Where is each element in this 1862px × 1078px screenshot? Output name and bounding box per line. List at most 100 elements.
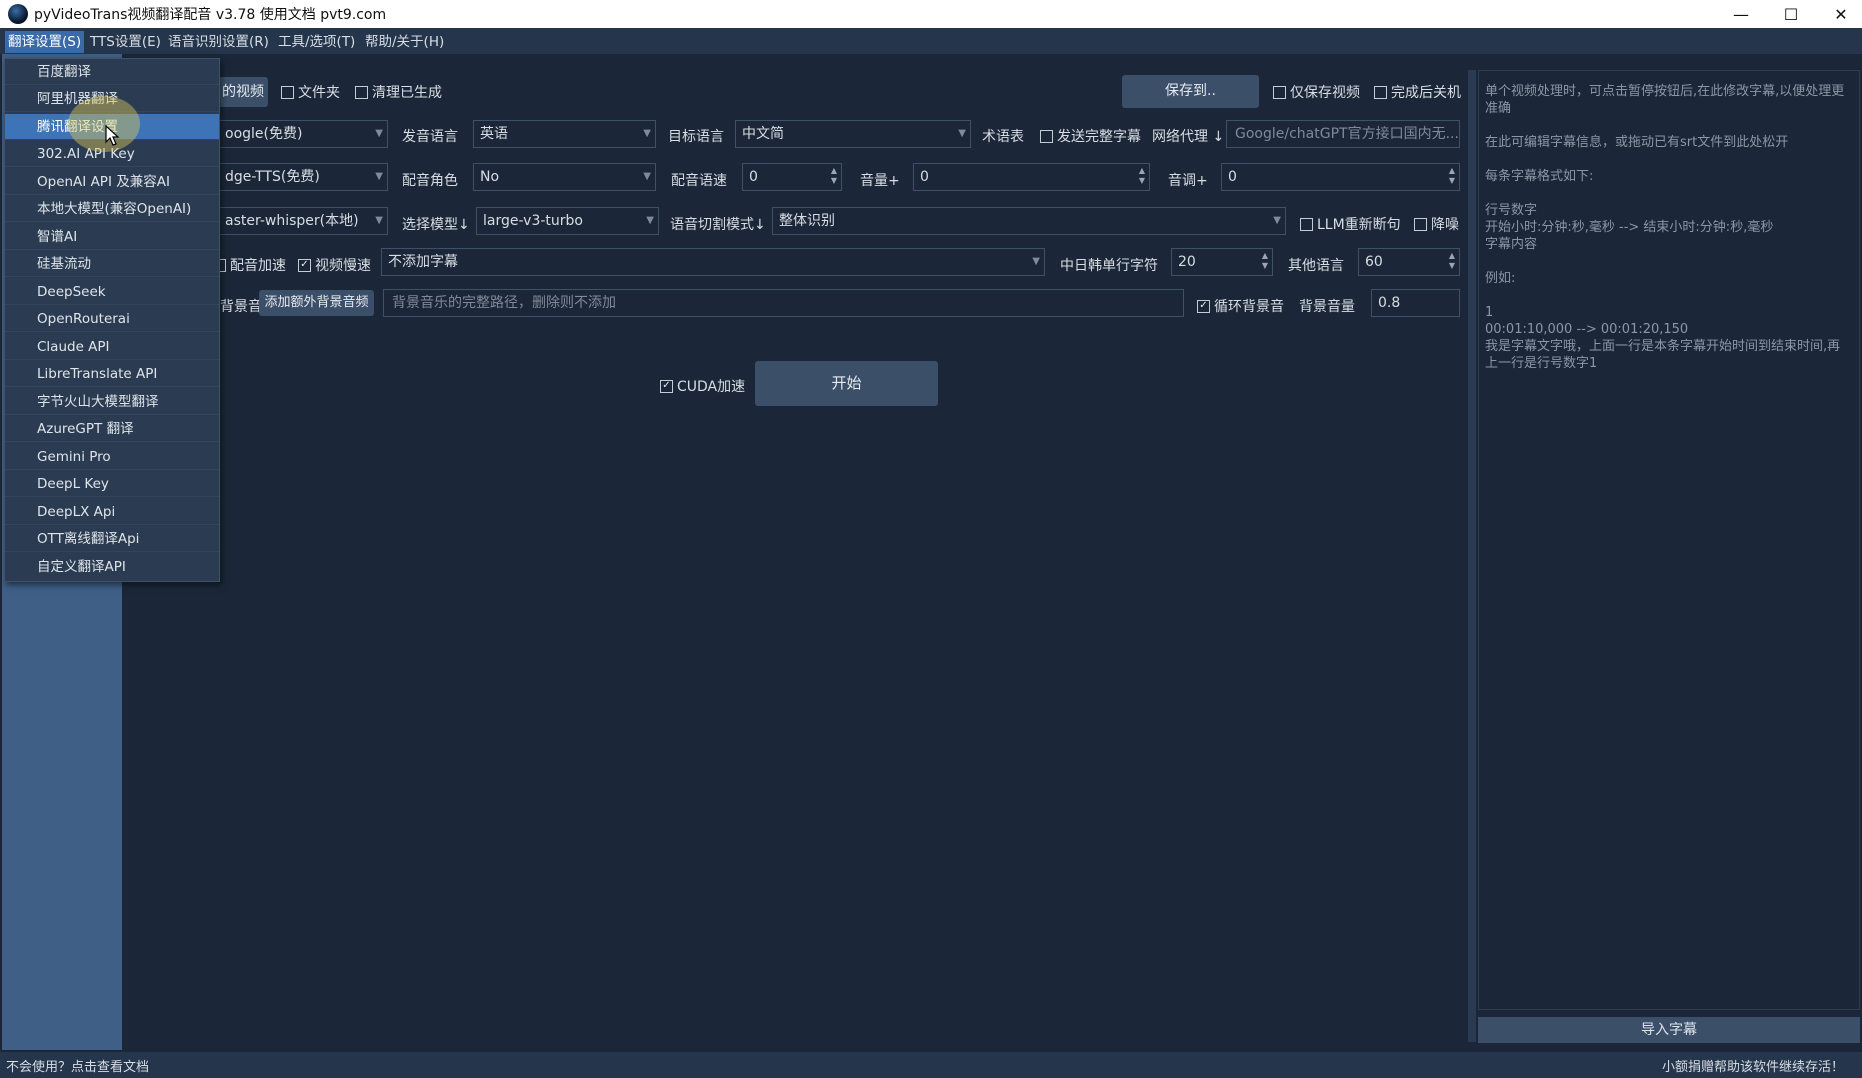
- pitch-spinbox[interactable]: 0 ▲ ▼: [1221, 163, 1460, 191]
- cursor-highlight: [68, 96, 140, 152]
- menu-tools-options[interactable]: 工具/选项(T): [275, 31, 358, 53]
- menu-item-openai[interactable]: OpenAI API 及兼容AI: [5, 169, 219, 195]
- asr-channel-select[interactable]: aster-whisper(本地) ▼: [218, 207, 388, 235]
- menu-item-azuregpt[interactable]: AzureGPT 翻译: [5, 416, 219, 442]
- background-audio-label: 背景音: [220, 299, 262, 315]
- title-bar: pyVideoTrans视频翻译配音 v3.78 使用文档 pvt9.com —…: [0, 0, 1862, 28]
- menu-item-deeplx[interactable]: DeepLX Api: [5, 499, 219, 525]
- tts-channel-select[interactable]: dge-TTS(免费) ▼: [218, 163, 388, 191]
- background-volume-input[interactable]: 0.8: [1371, 289, 1460, 317]
- glossary-button[interactable]: 术语表: [982, 126, 1024, 146]
- voice-speedup-label: 配音加速: [230, 258, 286, 274]
- volume-spinbox[interactable]: 0 ▲ ▼: [913, 163, 1150, 191]
- send-full-subtitle-checkbox-box[interactable]: [1040, 129, 1053, 143]
- cuda-label: CUDA加速: [677, 379, 746, 395]
- spin-arrows-icon[interactable]: ▲ ▼: [831, 166, 837, 186]
- spin-arrows-icon[interactable]: ▲ ▼: [1449, 166, 1455, 186]
- model-select[interactable]: large-v3-turbo ▼: [476, 207, 659, 235]
- shutdown-checkbox[interactable]: 完成后关机: [1374, 82, 1461, 102]
- translate-channel-select[interactable]: oogle(免费) ▼: [218, 120, 388, 148]
- send-full-subtitle-label: 发送完整字幕: [1057, 129, 1141, 145]
- menu-item-custom-api[interactable]: 自定义翻译API: [5, 554, 219, 580]
- send-full-subtitle-checkbox[interactable]: 发送完整字幕: [1040, 126, 1141, 146]
- clear-generated-checkbox-box[interactable]: [355, 85, 368, 99]
- background-volume-label: 背景音量: [1299, 299, 1355, 315]
- menu-item-claude[interactable]: Claude API: [5, 334, 219, 360]
- save-to-button[interactable]: 保存到..: [1122, 75, 1259, 108]
- close-icon[interactable]: ✕: [1818, 0, 1862, 28]
- menu-asr-settings[interactable]: 语音识别设置(R): [165, 31, 272, 53]
- folder-checkbox[interactable]: 文件夹: [281, 82, 340, 102]
- target-lang-value: 中文简: [742, 126, 784, 142]
- shutdown-checkbox-box[interactable]: [1374, 85, 1387, 99]
- loop-background-checkbox[interactable]: ✓ 循环背景音: [1197, 296, 1284, 316]
- menu-item-siliconflow[interactable]: 硅基流动: [5, 251, 219, 277]
- split-mode-select[interactable]: 整体识别 ▼: [772, 207, 1286, 235]
- link-icon: ↓: [1212, 129, 1225, 145]
- voice-role-value: No: [480, 169, 500, 185]
- clear-generated-checkbox[interactable]: 清理已生成: [355, 82, 442, 102]
- proxy-input[interactable]: Google/chatGPT官方接口国内无...: [1226, 120, 1460, 148]
- import-subtitle-button[interactable]: 导入字幕: [1478, 1017, 1860, 1043]
- menu-item-gemini[interactable]: Gemini Pro: [5, 444, 219, 470]
- chevron-down-icon: ▼: [958, 128, 966, 139]
- cuda-checkbox[interactable]: ✓ CUDA加速: [660, 376, 745, 396]
- denoise-checkbox-box[interactable]: [1414, 217, 1427, 231]
- menu-item-volcengine[interactable]: 字节火山大模型翻译: [5, 389, 219, 415]
- only-save-video-checkbox-box[interactable]: [1273, 85, 1286, 99]
- chevron-down-icon: ▼: [375, 215, 383, 226]
- target-lang-select[interactable]: 中文简 ▼: [735, 120, 971, 148]
- start-button[interactable]: 开始: [755, 361, 938, 406]
- subtitle-editor[interactable]: 单个视频处理时，可点击暂停按钮后,在此修改字幕,以便处理更准确 在此可编辑字幕信…: [1478, 70, 1860, 1010]
- window-title: pyVideoTrans视频翻译配音 v3.78 使用文档 pvt9.com: [34, 7, 387, 23]
- loop-background-checkbox-box[interactable]: ✓: [1197, 299, 1210, 313]
- denoise-checkbox[interactable]: 降噪: [1414, 214, 1459, 234]
- voice-role-select[interactable]: No ▼: [473, 163, 656, 191]
- menu-help-about[interactable]: 帮助/关于(H): [362, 31, 447, 53]
- llm-resegment-checkbox[interactable]: LLM重新断句: [1300, 214, 1401, 234]
- speech-rate-spinbox[interactable]: 0 ▲ ▼: [742, 163, 842, 191]
- status-bar: 不会使用？点击查看文档 小额捐赠帮助该软件继续存活！: [0, 1052, 1862, 1078]
- folder-checkbox-box[interactable]: [281, 85, 294, 99]
- menu-item-openrouter[interactable]: OpenRouterai: [5, 306, 219, 332]
- spin-arrows-icon[interactable]: ▲ ▼: [1139, 166, 1145, 186]
- speech-rate-label: 配音语速: [671, 173, 727, 189]
- voice-speedup-checkbox[interactable]: 配音加速: [213, 255, 286, 275]
- panel-splitter[interactable]: [1468, 70, 1476, 1042]
- proxy-label: 网络代理 ↓: [1152, 126, 1224, 146]
- only-save-video-label: 仅保存视频: [1290, 85, 1360, 101]
- menu-item-libretranslate[interactable]: LibreTranslate API: [5, 361, 219, 387]
- proxy-label-text: 网络代理: [1152, 129, 1208, 145]
- select-video-button[interactable]: 的视频: [218, 77, 268, 107]
- video-slowdown-checkbox-box[interactable]: ✓: [298, 258, 311, 272]
- tts-channel-value: dge-TTS(免费): [225, 169, 320, 185]
- spin-arrows-icon[interactable]: ▲ ▼: [1262, 251, 1268, 271]
- menu-item-local-llm[interactable]: 本地大模型(兼容OpenAI): [5, 196, 219, 222]
- background-volume-value: 0.8: [1378, 295, 1401, 311]
- menu-tts-settings[interactable]: TTS设置(E): [87, 31, 164, 53]
- background-audio-path-input[interactable]: 背景音乐的完整路径，删除则不添加: [383, 289, 1184, 317]
- add-background-audio-button[interactable]: 添加额外背景音频: [259, 290, 374, 316]
- other-lang-chars-spinbox[interactable]: 60 ▲ ▼: [1358, 248, 1460, 276]
- source-lang-select[interactable]: 英语 ▼: [473, 120, 656, 148]
- minimize-icon[interactable]: —: [1718, 0, 1764, 28]
- docs-link[interactable]: 不会使用？点击查看文档: [6, 1056, 149, 1075]
- video-slowdown-checkbox[interactable]: ✓ 视频慢速: [298, 255, 371, 275]
- mouse-cursor-icon: [105, 125, 120, 146]
- only-save-video-checkbox[interactable]: 仅保存视频: [1273, 82, 1360, 102]
- menu-item-deepl[interactable]: DeepL Key: [5, 471, 219, 497]
- cjk-line-chars-spinbox[interactable]: 20 ▲ ▼: [1171, 248, 1273, 276]
- menu-translate-settings[interactable]: 翻译设置(S): [5, 31, 85, 53]
- spin-arrows-icon[interactable]: ▲ ▼: [1449, 251, 1455, 271]
- llm-resegment-checkbox-box[interactable]: [1300, 217, 1313, 231]
- maximize-icon[interactable]: ☐: [1768, 0, 1814, 28]
- menu-item-baidu[interactable]: 百度翻译: [5, 59, 219, 85]
- menu-bar: 翻译设置(S) TTS设置(E) 语音识别设置(R) 工具/选项(T) 帮助/关…: [0, 28, 1862, 54]
- menu-item-zhipu[interactable]: 智谱AI: [5, 224, 219, 250]
- donate-link[interactable]: 小额捐赠帮助该软件继续存活！: [1662, 1056, 1844, 1075]
- other-lang-chars-label: 其他语言: [1288, 258, 1344, 274]
- menu-item-ott[interactable]: OTT离线翻译Api: [5, 526, 219, 552]
- subtitle-mode-select[interactable]: 不添加字幕 ▼: [381, 248, 1045, 276]
- menu-item-deepseek[interactable]: DeepSeek: [5, 279, 219, 305]
- cuda-checkbox-box[interactable]: ✓: [660, 379, 673, 393]
